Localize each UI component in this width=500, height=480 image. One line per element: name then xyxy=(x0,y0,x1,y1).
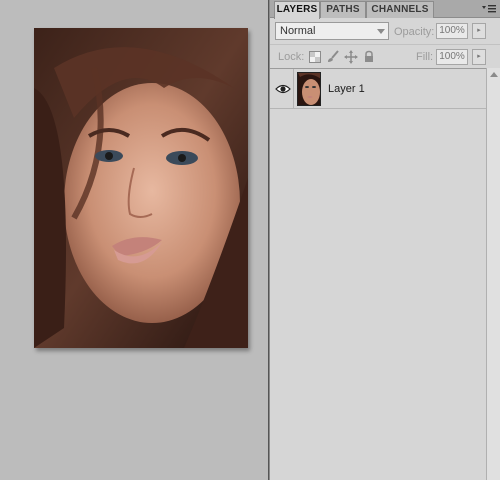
tab-paths[interactable]: PATHS xyxy=(320,1,366,18)
fill-label: Fill: xyxy=(416,51,434,63)
tab-channels[interactable]: CHANNELS xyxy=(366,1,434,18)
lock-label: Lock: xyxy=(278,51,305,63)
portrait-photo xyxy=(34,28,248,348)
layers-list: Layer 1 xyxy=(270,68,486,480)
scroll-up-icon[interactable] xyxy=(490,72,498,77)
layers-scrollbar[interactable] xyxy=(486,68,500,480)
layer-name: Layer 1 xyxy=(328,83,365,95)
layer-visibility-toggle[interactable] xyxy=(272,69,294,109)
blend-mode-value: Normal xyxy=(280,25,316,37)
opacity-input[interactable]: 100% xyxy=(436,23,468,39)
fill-input[interactable]: 100% xyxy=(436,49,468,65)
lock-all-icon[interactable] xyxy=(362,50,376,64)
panel-tabbar: LAYERS PATHS CHANNELS xyxy=(270,0,500,19)
lock-image-pixels-icon[interactable] xyxy=(326,50,340,64)
layers-panel: LAYERS PATHS CHANNELS Normal Opacity: 10… xyxy=(270,0,500,480)
lock-position-icon[interactable] xyxy=(344,50,358,64)
panel-menu-icon[interactable] xyxy=(482,3,496,15)
canvas-workspace[interactable] xyxy=(0,0,268,480)
layer-thumbnail[interactable] xyxy=(297,72,321,106)
tab-layers[interactable]: LAYERS xyxy=(274,1,320,19)
blend-mode-select[interactable]: Normal xyxy=(275,22,389,40)
chevron-down-icon xyxy=(377,29,385,34)
opacity-slider-button[interactable]: ▸ xyxy=(472,23,486,39)
portrait-thumbnail xyxy=(298,73,320,105)
lock-transparent-pixels-icon[interactable] xyxy=(308,50,322,64)
blend-row: Normal Opacity: 100% ▸ xyxy=(270,19,500,43)
layer-row[interactable]: Layer 1 xyxy=(270,69,486,109)
eye-icon xyxy=(275,84,291,94)
lock-row: Lock: Fill: 100% ▸ xyxy=(270,44,500,68)
opacity-label: Opacity: xyxy=(394,26,435,38)
fill-slider-button[interactable]: ▸ xyxy=(472,49,486,65)
document-image[interactable] xyxy=(34,28,248,348)
